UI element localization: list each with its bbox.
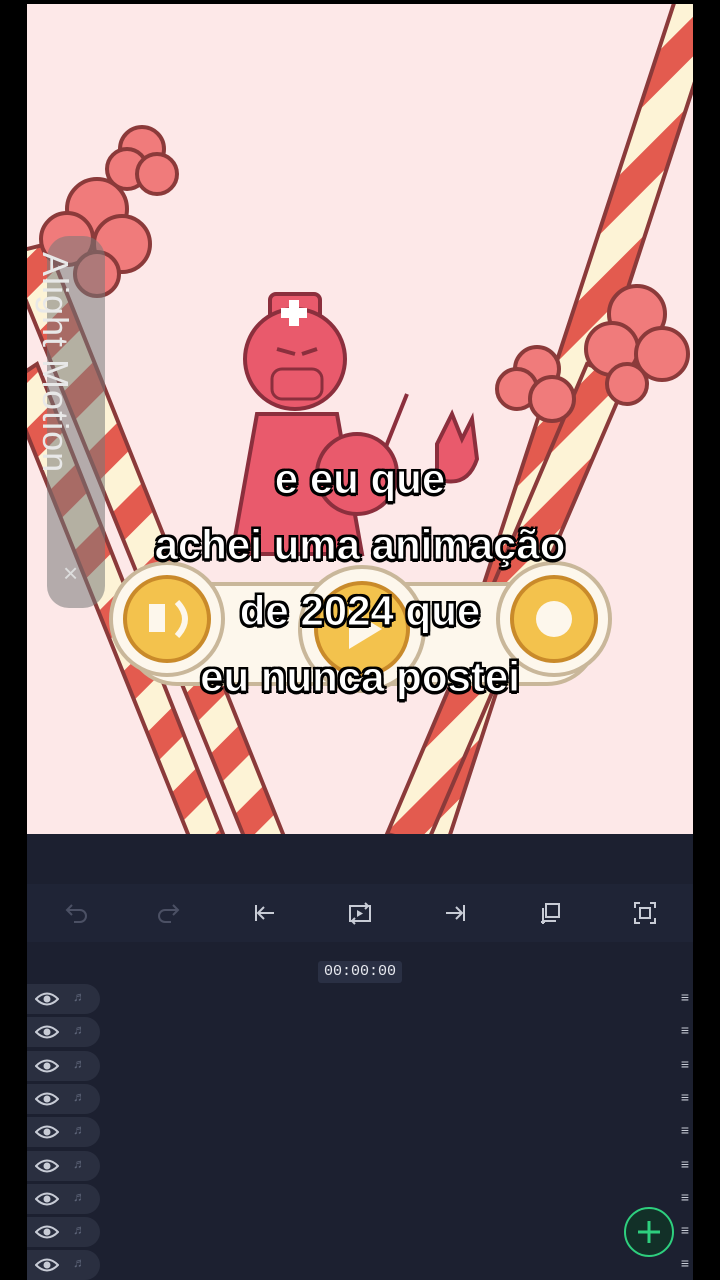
audio-icon[interactable]: ♬: [73, 1089, 86, 1104]
drag-handle-icon[interactable]: ≡: [681, 1122, 689, 1138]
drag-handle-icon[interactable]: ≡: [681, 989, 689, 1005]
caption-line-2: achei uma animação: [154, 521, 566, 569]
layer-row[interactable]: ♬ ≡: [27, 1250, 693, 1280]
audio-icon[interactable]: ♬: [73, 989, 86, 1004]
caption-line-3: de 2024 que: [239, 587, 481, 635]
caption-line-4: eu nunca postei: [200, 653, 521, 701]
drag-handle-icon[interactable]: ≡: [681, 1022, 689, 1038]
audio-icon[interactable]: ♬: [73, 1056, 86, 1071]
loop-icon[interactable]: [345, 898, 375, 928]
drag-handle-icon[interactable]: ≡: [681, 1089, 689, 1105]
audio-icon[interactable]: ♬: [73, 1222, 86, 1237]
copy-icon[interactable]: [535, 898, 565, 928]
jump-start-icon[interactable]: [250, 898, 280, 928]
audio-icon[interactable]: ♬: [73, 1022, 86, 1037]
drag-handle-icon[interactable]: ≡: [681, 1255, 689, 1271]
jump-end-icon[interactable]: [440, 898, 470, 928]
layer-row[interactable]: ♬ ≡: [27, 1150, 693, 1181]
eye-icon[interactable]: [35, 1256, 59, 1274]
layer-row[interactable]: ♬ ≡: [27, 1117, 693, 1148]
eye-icon[interactable]: [35, 990, 59, 1008]
drag-handle-icon[interactable]: ≡: [681, 1056, 689, 1072]
drag-handle-icon[interactable]: ≡: [681, 1156, 689, 1172]
plus-icon: [638, 1221, 660, 1243]
audio-icon[interactable]: ♬: [73, 1156, 86, 1171]
caption-line-1: e eu que: [274, 455, 446, 503]
eye-icon[interactable]: [35, 1057, 59, 1075]
layer-row[interactable]: ♬ ≡: [27, 1050, 693, 1081]
drag-handle-icon[interactable]: ≡: [681, 1189, 689, 1205]
add-layer-button[interactable]: [624, 1207, 674, 1257]
layer-row[interactable]: ♬ ≡: [27, 1217, 693, 1248]
audio-icon[interactable]: ♬: [73, 1189, 86, 1204]
editor-panel: 00:00:00 ♬ ≡ ♬ ≡ ♬ ≡ ♬ ≡ ♬ ≡ ♬ ≡ ♬ ≡ ♬ ≡ ♬ ≡: [27, 834, 693, 1280]
drag-handle-icon[interactable]: ≡: [681, 1222, 689, 1238]
eye-icon[interactable]: [35, 1223, 59, 1241]
playback-toolbar: [27, 884, 693, 942]
fullscreen-icon[interactable]: [630, 898, 660, 928]
layer-row[interactable]: ♬ ≡: [27, 984, 693, 1014]
audio-icon[interactable]: ♬: [73, 1255, 86, 1270]
audio-icon[interactable]: ♬: [73, 1122, 86, 1137]
redo-icon[interactable]: [155, 898, 185, 928]
timecode-display: 00:00:00: [318, 961, 402, 983]
watermark-text: Alight Motion: [35, 252, 76, 474]
preview-canvas[interactable]: Alight Motion × e eu que achei uma anima…: [27, 4, 693, 834]
undo-icon[interactable]: [60, 898, 90, 928]
eye-icon[interactable]: [35, 1123, 59, 1141]
layer-row[interactable]: ♬ ≡: [27, 1017, 693, 1048]
layer-row[interactable]: ♬ ≡: [27, 1083, 693, 1114]
layer-row[interactable]: ♬ ≡: [27, 1183, 693, 1214]
eye-icon[interactable]: [35, 1090, 59, 1108]
app-window: Alight Motion × e eu que achei uma anima…: [27, 0, 693, 1280]
eye-icon[interactable]: [35, 1157, 59, 1175]
eye-icon[interactable]: [35, 1190, 59, 1208]
eye-icon[interactable]: [35, 1023, 59, 1041]
